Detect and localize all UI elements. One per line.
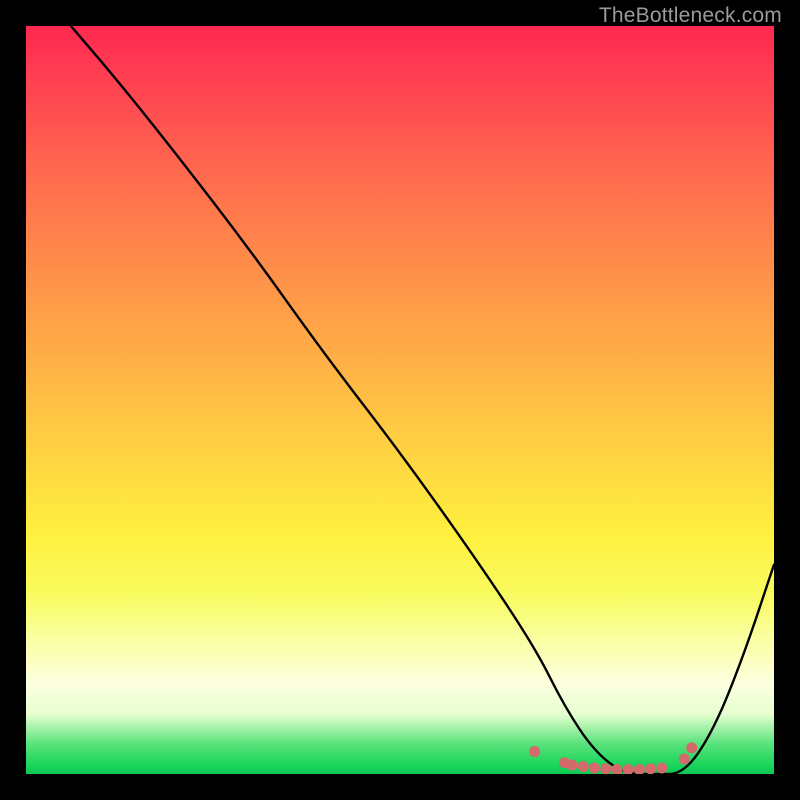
chart-svg bbox=[26, 26, 774, 774]
valley-dot bbox=[578, 761, 589, 772]
plot-area bbox=[26, 26, 774, 774]
valley-dot bbox=[567, 760, 578, 771]
valley-dot bbox=[600, 763, 611, 774]
valley-dot bbox=[645, 763, 656, 774]
valley-dot bbox=[623, 764, 634, 774]
main-curve-path bbox=[71, 26, 774, 774]
valley-dot bbox=[679, 754, 690, 765]
valley-dot bbox=[634, 764, 645, 774]
watermark-text: TheBottleneck.com bbox=[599, 4, 782, 28]
valley-dot bbox=[529, 746, 540, 757]
valley-dots-group bbox=[529, 742, 697, 774]
chart-frame: TheBottleneck.com bbox=[0, 0, 800, 800]
valley-dot bbox=[686, 742, 697, 753]
valley-dot bbox=[656, 763, 667, 774]
valley-dot bbox=[589, 763, 600, 774]
